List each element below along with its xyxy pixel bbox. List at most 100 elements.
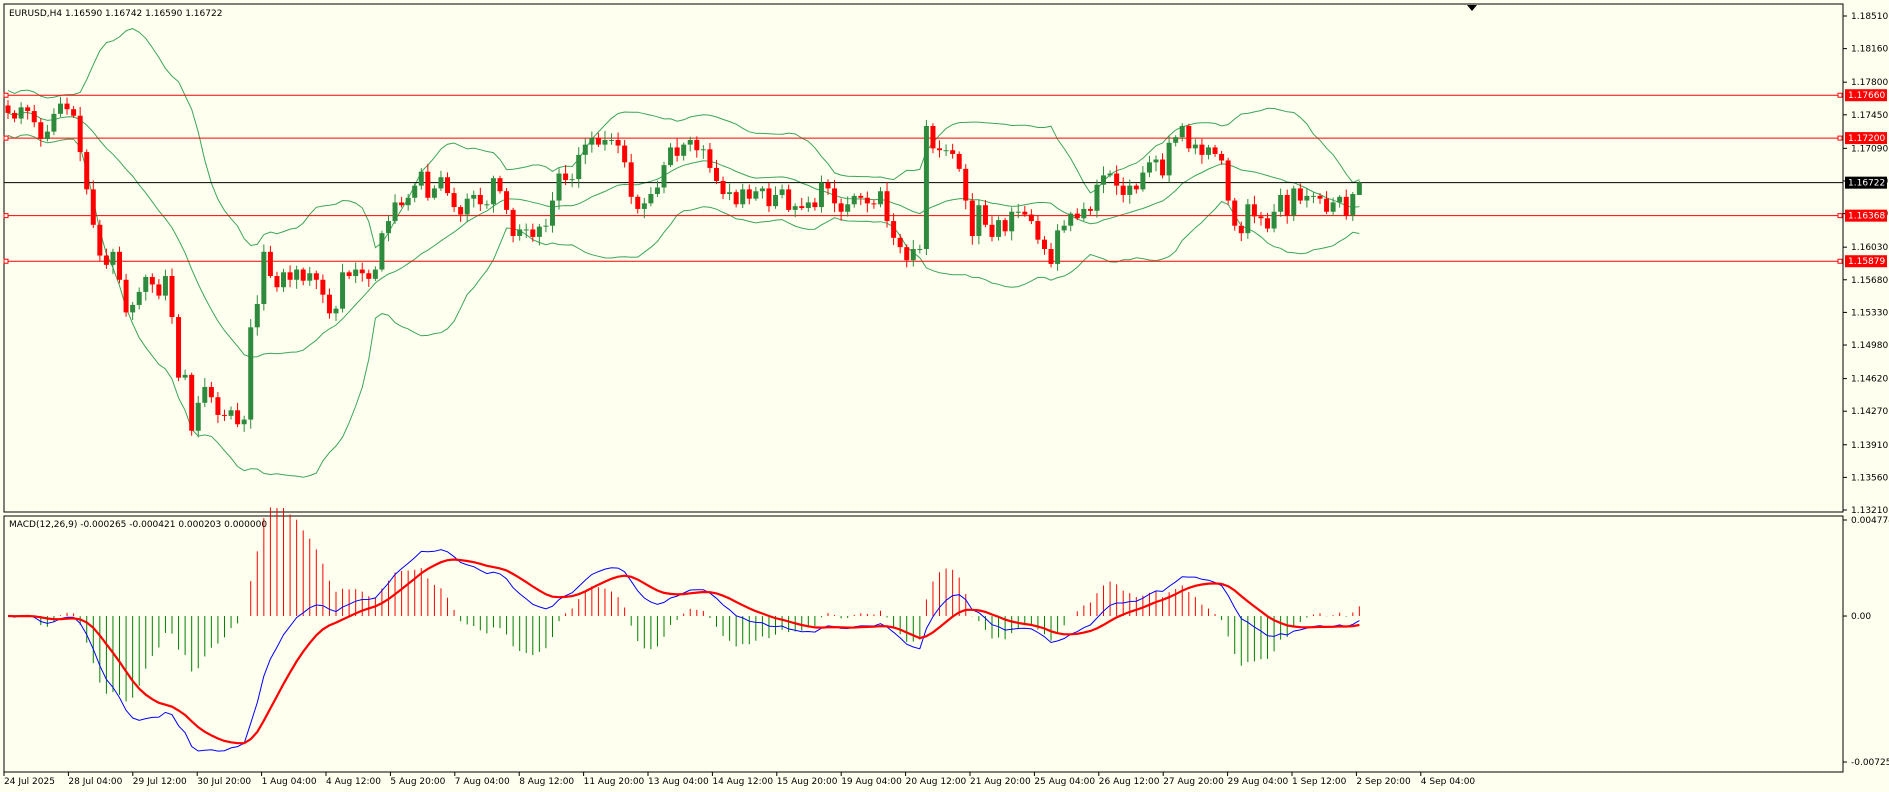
macd-tick-label: 0.00 — [1851, 612, 1871, 622]
candle-bear — [1087, 208, 1093, 211]
candle-bear — [359, 269, 365, 274]
candle-bull — [759, 188, 765, 192]
price-tick-label: 1.18160 — [1851, 45, 1888, 55]
candle-bull — [549, 200, 555, 226]
candle-bear — [458, 207, 464, 215]
candle-bull — [805, 202, 811, 209]
candle-bull — [372, 269, 378, 279]
price-tick-label: 1.18510 — [1851, 12, 1888, 22]
candle-bear — [31, 111, 37, 123]
time-tick-label: 13 Aug 04:00 — [648, 777, 709, 787]
time-tick-label: 11 Aug 20:00 — [584, 777, 645, 787]
candle-bear — [504, 191, 510, 210]
candle-bear — [1258, 216, 1264, 219]
candle-bear — [117, 251, 123, 280]
trading-chart[interactable]: 1.18510 1.18160 1.17800 1.17450 1.17090 1.167… — [0, 0, 1889, 792]
candle-bear — [635, 196, 641, 209]
candle-bear — [969, 200, 975, 236]
candle-bear — [1120, 185, 1126, 195]
price-tick-label: 1.15330 — [1851, 308, 1888, 318]
candle-bull — [431, 188, 437, 198]
candle-bear — [799, 206, 805, 209]
candle-bear — [1238, 225, 1244, 234]
candle-bull — [143, 276, 149, 292]
candle-bear — [1160, 159, 1166, 176]
candle-bull — [569, 179, 575, 181]
candle-bear — [832, 188, 838, 204]
candle-bear — [838, 203, 844, 212]
candle-bear — [189, 374, 195, 431]
candle-bull — [877, 191, 883, 205]
candle-bear — [628, 162, 634, 197]
time-tick-label: 27 Aug 20:00 — [1163, 777, 1224, 787]
candle-bull — [589, 138, 595, 145]
time-tick-label: 4 Aug 12:00 — [326, 777, 381, 787]
candle-bear — [221, 414, 227, 416]
candle-bear — [595, 138, 601, 145]
candle-bull — [1015, 211, 1021, 213]
candle-bear — [812, 202, 818, 208]
candle-bull — [57, 103, 63, 114]
candle-bear — [1041, 239, 1047, 250]
candle-bull — [996, 220, 1002, 237]
candle-bull — [753, 191, 759, 199]
candle-bull — [1291, 188, 1297, 216]
symbol-info: EURUSD,H4 1.16590 1.16742 1.16590 1.1672… — [9, 9, 222, 19]
candle-bull — [182, 374, 188, 378]
candle-bull — [1278, 194, 1284, 212]
candle-bull — [818, 182, 824, 208]
candle-bull — [248, 327, 254, 420]
candle-bear — [1265, 218, 1271, 229]
candle-bear — [451, 193, 457, 208]
time-tick-label: 19 Aug 04:00 — [841, 777, 902, 787]
candle-bear — [694, 139, 700, 151]
price-tick-label: 1.17800 — [1851, 78, 1888, 88]
candle-bull — [392, 202, 398, 222]
time-tick-label: 1 Aug 04:00 — [262, 777, 317, 787]
candle-bear — [825, 182, 831, 189]
time-tick-label: 4 Sep 04:00 — [1421, 777, 1476, 787]
candle-bull — [44, 131, 50, 140]
time-tick-label: 8 Aug 12:00 — [519, 777, 574, 787]
candle-bull — [18, 107, 24, 119]
price-tick-label: 1.13910 — [1851, 441, 1888, 451]
candle-bear — [477, 194, 483, 205]
price-tick-label: 1.15680 — [1851, 276, 1888, 286]
candle-bear — [425, 171, 431, 198]
candle-bear — [215, 397, 221, 415]
level-anchor-left — [3, 135, 9, 141]
candle-bear — [1022, 211, 1028, 215]
candle-bull — [1166, 142, 1172, 176]
candle-bear — [956, 153, 962, 169]
time-tick-label: 30 Jul 20:00 — [197, 777, 251, 787]
time-tick-label: 28 Jul 04:00 — [68, 777, 122, 787]
candle-bear — [563, 173, 569, 181]
candle-bear — [149, 276, 155, 285]
candle-bear — [169, 276, 175, 318]
candle-bull — [1081, 208, 1087, 219]
candle-bull — [405, 197, 411, 206]
time-tick-label: 1 Sep 12:00 — [1292, 777, 1347, 787]
candle-bull — [943, 150, 949, 152]
candle-bull — [1271, 211, 1277, 229]
candle-bull — [281, 272, 287, 288]
candle-bear — [1048, 249, 1054, 264]
candle-bull — [261, 251, 267, 305]
level-anchor-right — [1837, 213, 1843, 219]
time-tick-label: 15 Aug 20:00 — [777, 777, 838, 787]
level-price-label: 1.17200 — [1848, 134, 1885, 144]
candle-bear — [156, 284, 162, 296]
candle-bear — [1199, 144, 1205, 155]
candle-bear — [884, 191, 890, 222]
candle-bear — [766, 188, 772, 207]
candle-bear — [510, 209, 516, 236]
current-price-label: 1.16722 — [1848, 179, 1885, 189]
candle-bull — [418, 171, 424, 186]
time-tick-label: 2 Sep 20:00 — [1356, 777, 1411, 787]
candle-bull — [162, 276, 168, 296]
candle-bull — [136, 291, 142, 305]
candle-bull — [202, 386, 208, 403]
candle-bull — [536, 226, 542, 237]
candle-bear — [313, 273, 319, 280]
candle-bull — [517, 229, 523, 236]
